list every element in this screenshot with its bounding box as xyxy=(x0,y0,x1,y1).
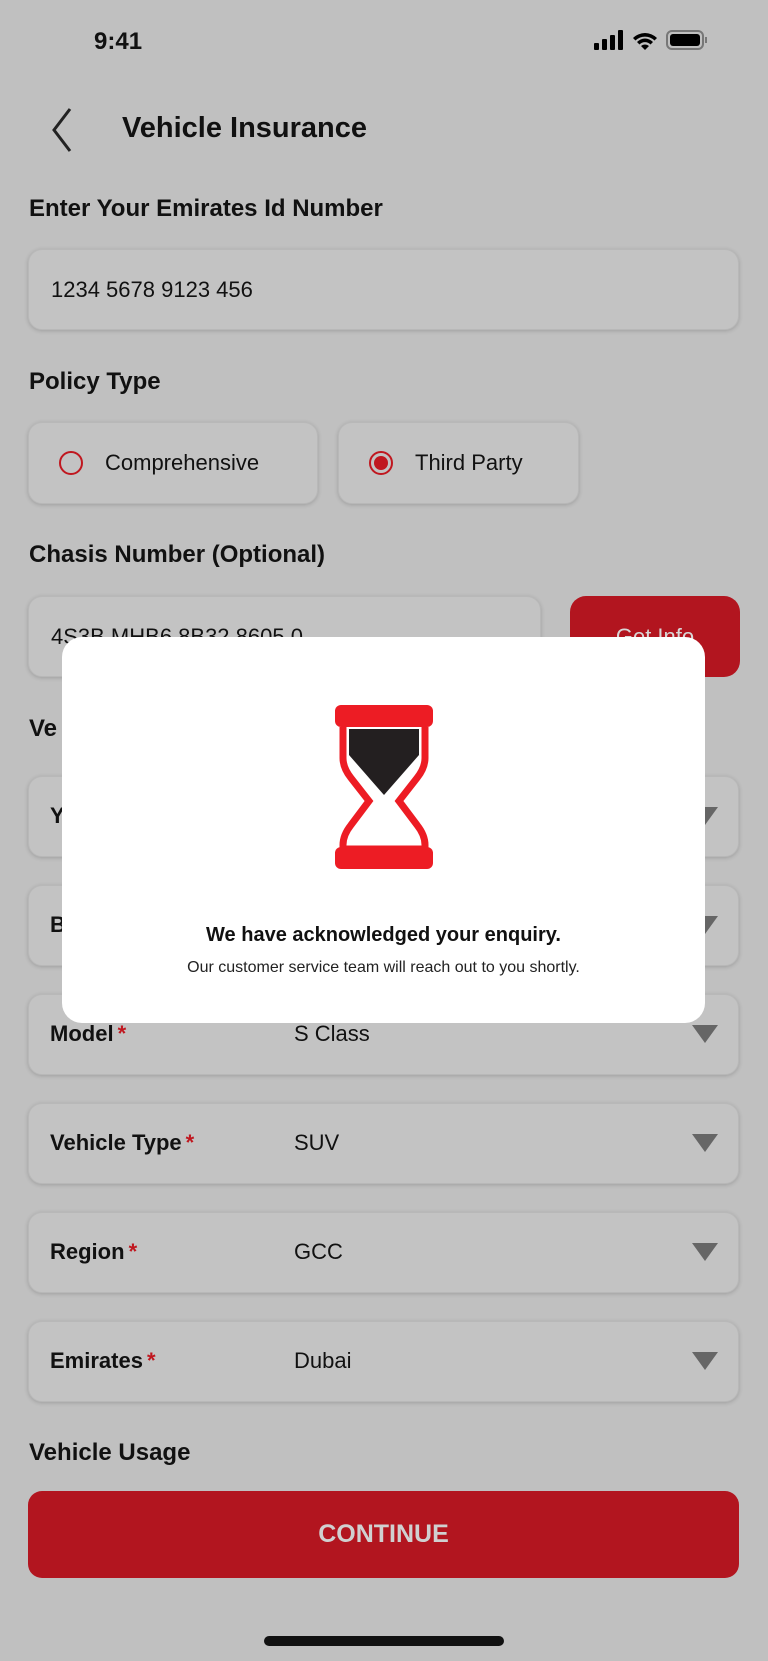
status-icons xyxy=(594,30,708,50)
dropdown-emirates[interactable]: Emirates * Dubai xyxy=(28,1321,739,1402)
home-indicator[interactable] xyxy=(264,1636,504,1646)
battery-icon xyxy=(666,30,707,50)
dropdown-value: GCC xyxy=(294,1239,343,1264)
dropdown-arrow-icon xyxy=(692,1134,718,1152)
vehicle-section-label: Ve xyxy=(29,715,58,742)
modal-heading: We have acknowledged your enquiry. xyxy=(206,924,561,946)
page-title: Vehicle Insurance xyxy=(122,112,368,144)
status-time: 9:41 xyxy=(94,28,143,55)
continue-button[interactable]: CONTINUE xyxy=(28,1491,739,1578)
back-chevron-icon[interactable] xyxy=(48,105,78,155)
radio-unselected-icon xyxy=(59,451,83,475)
radio-selected-icon xyxy=(369,451,393,475)
acknowledgement-modal: We have acknowledged your enquiry. Our c… xyxy=(62,637,705,1023)
dropdown-arrow-icon xyxy=(692,1352,718,1370)
dropdown-label: Vehicle Type * xyxy=(50,1130,195,1155)
radio-label: Third Party xyxy=(415,450,523,475)
dropdown-label: Region * xyxy=(50,1239,138,1264)
wifi-icon xyxy=(633,33,657,50)
dropdown-arrow-icon xyxy=(692,1243,718,1261)
radio-label: Comprehensive xyxy=(105,450,260,475)
dropdown-value: SUV xyxy=(294,1130,340,1155)
signal-icon xyxy=(594,30,623,50)
dropdown-value: Dubai xyxy=(294,1348,352,1373)
dropdown-region[interactable]: Region * GCC xyxy=(28,1212,739,1293)
dropdown-arrow-icon xyxy=(692,1025,718,1043)
modal-message: Our customer service team will reach out… xyxy=(187,959,580,976)
dropdown-vehicle-type[interactable]: Vehicle Type * SUV xyxy=(28,1103,739,1184)
policy-type-label: Policy Type xyxy=(29,368,161,395)
emirates-id-label: Enter Your Emirates Id Number xyxy=(29,195,383,222)
dropdown-value: S Class xyxy=(294,1021,370,1046)
hourglass-icon xyxy=(335,705,433,869)
dropdown-label: Emirates * xyxy=(50,1348,156,1373)
emirates-id-value: 1234 5678 9123 456 xyxy=(51,276,253,302)
radio-third-party[interactable]: Third Party xyxy=(338,422,579,504)
emirates-id-input[interactable]: 1234 5678 9123 456 xyxy=(28,249,739,330)
radio-comprehensive[interactable]: Comprehensive xyxy=(28,422,318,504)
chassis-label: Chasis Number (Optional) xyxy=(29,541,326,568)
vehicle-usage-label: Vehicle Usage xyxy=(29,1439,191,1466)
dropdown-label: Model * xyxy=(50,1021,127,1046)
